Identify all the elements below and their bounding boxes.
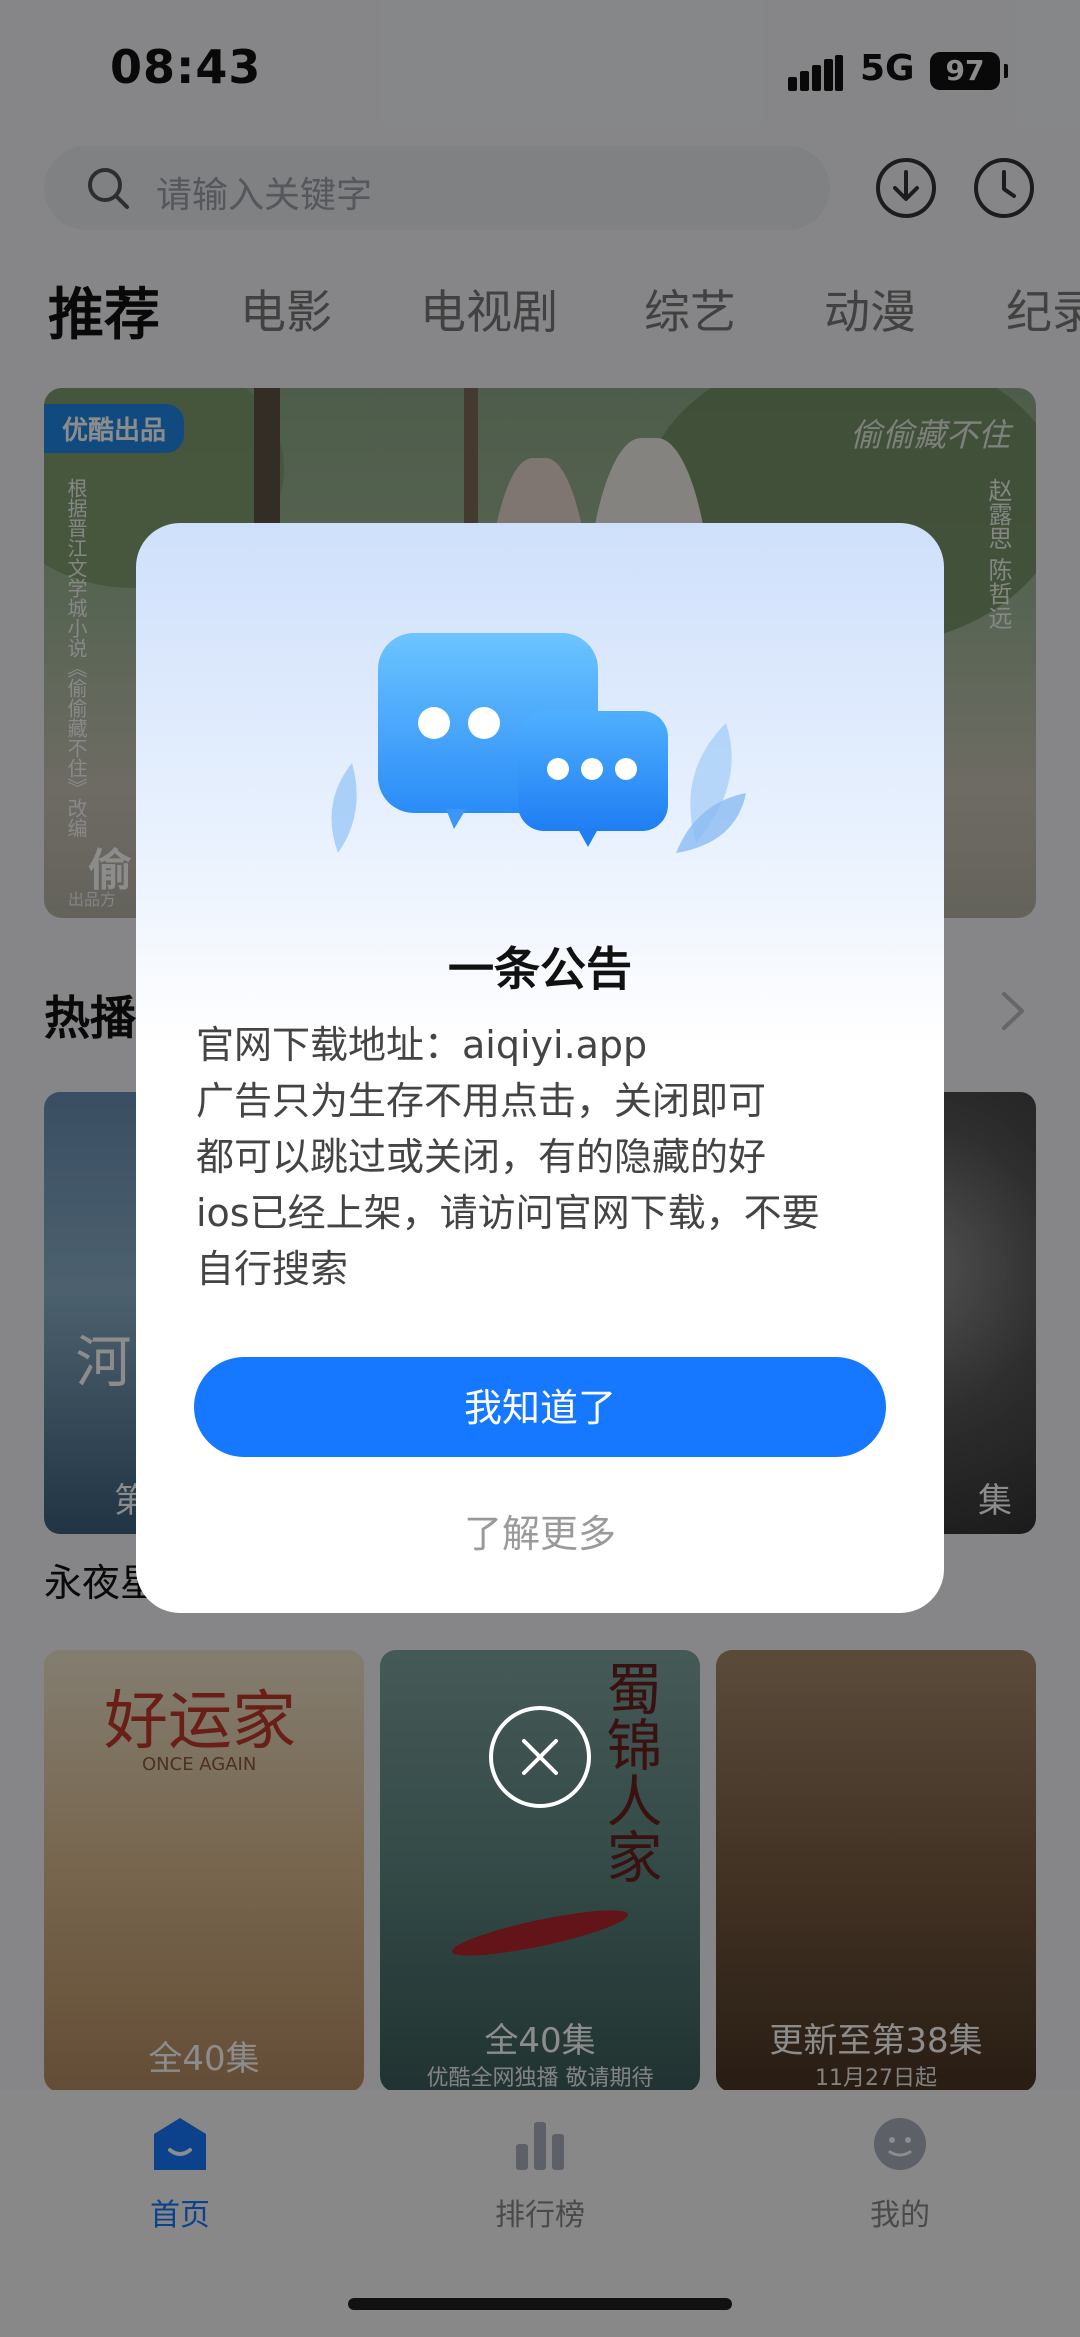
chat-bubbles-icon (331, 633, 746, 853)
dialog-line: 广告只为生存不用点击，关闭即可 (196, 1079, 767, 1123)
dialog-line: 都可以跳过或关闭，有的隐藏的好 (196, 1135, 767, 1179)
announcement-dialog: 一条公告 官网下载地址：aiqiyi.app 广告只为生存不用点击，关闭即可 都… (136, 523, 944, 1613)
dialog-title: 一条公告 (448, 942, 632, 996)
dialog-line: 自行搜索 (196, 1247, 349, 1291)
close-icon[interactable] (488, 1705, 592, 1809)
dialog-line: ios已经上架，请访问官网下载，不要 (196, 1191, 820, 1235)
dialog-body: 官网下载地址：aiqiyi.app 广告只为生存不用点击，关闭即可 都可以跳过或… (196, 1017, 896, 1297)
acknowledge-button[interactable]: 我知道了 (194, 1357, 886, 1457)
home-indicator[interactable] (348, 2298, 732, 2310)
learn-more-link[interactable]: 了解更多 (136, 1503, 944, 1558)
dialog-line: 官网下载地址：aiqiyi.app (196, 1023, 648, 1067)
